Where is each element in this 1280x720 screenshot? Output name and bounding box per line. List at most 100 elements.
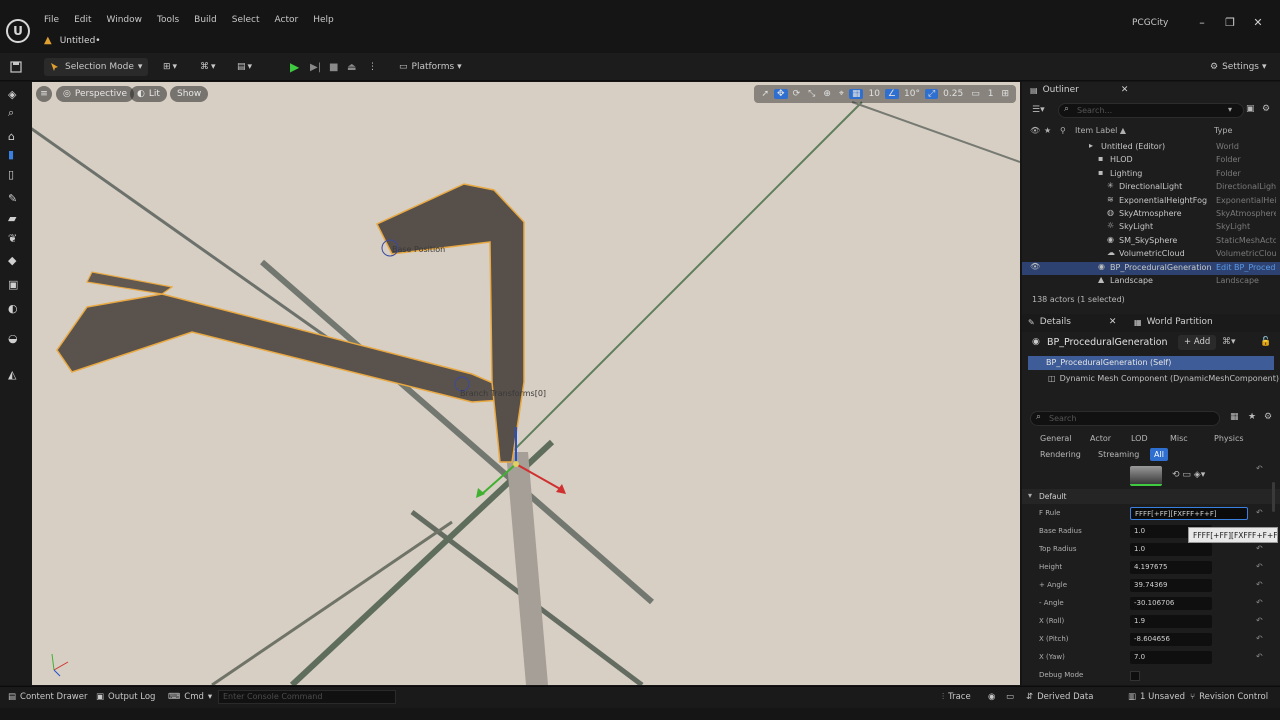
search-icon[interactable]: ⌕: [8, 106, 14, 120]
property-value-input[interactable]: 7.0: [1130, 651, 1212, 664]
view-mode-dropdown[interactable]: ◐ Lit: [130, 86, 167, 102]
filter-icon[interactable]: ☰▾: [1032, 105, 1045, 115]
menu-window[interactable]: Window: [107, 15, 151, 25]
property-value-input[interactable]: -8.604656: [1130, 633, 1212, 646]
menu-help[interactable]: Help: [313, 15, 342, 25]
selection-tool-icon[interactable]: ⌂: [8, 130, 15, 143]
property-value-input[interactable]: 4.197675: [1130, 561, 1212, 574]
property-value-input[interactable]: 1.0: [1130, 543, 1212, 556]
add-folder-icon[interactable]: ▣: [1246, 104, 1255, 114]
details-scrollbar[interactable]: [1272, 482, 1275, 512]
filter-all[interactable]: All: [1150, 448, 1168, 461]
grid-snap-icon[interactable]: ▦: [848, 89, 864, 99]
maximize-viewport-icon[interactable]: ⊞: [998, 89, 1012, 99]
component-mesh-row[interactable]: ◫ Dynamic Mesh Component (DynamicMeshComp…: [1048, 374, 1279, 383]
mesh-tool-icon[interactable]: ◆: [8, 254, 16, 267]
outliner-row[interactable]: ◍ SkyAtmosphere SkyAtmosphere: [1022, 208, 1280, 221]
property-value-input[interactable]: 39.74369: [1130, 579, 1212, 592]
menu-actor[interactable]: Actor: [275, 15, 307, 25]
add-content-icon[interactable]: ⊞ ▾: [163, 58, 177, 76]
reset-to-default-icon[interactable]: ↶: [1256, 652, 1263, 661]
reset-to-default-icon[interactable]: ↶: [1256, 598, 1263, 607]
rotate-icon[interactable]: ⟳: [790, 89, 804, 99]
filter-physics[interactable]: Physics: [1210, 432, 1248, 445]
material-thumbnail[interactable]: [1130, 466, 1162, 486]
details-search-input[interactable]: Search: [1030, 411, 1220, 426]
content-drawer-button[interactable]: ▤ Content Drawer: [8, 692, 87, 702]
filter-misc[interactable]: Misc: [1166, 432, 1192, 445]
select-mode-icon[interactable]: ➚: [758, 89, 772, 99]
outliner-row[interactable]: ▪ Lighting Folder: [1022, 168, 1280, 181]
console-command-input[interactable]: Enter Console Command: [218, 690, 396, 704]
type-header[interactable]: Type: [1214, 126, 1232, 135]
surface-snap-icon[interactable]: ⌖: [836, 89, 847, 99]
reset-to-default-icon[interactable]: ↶: [1256, 616, 1263, 625]
star-icon[interactable]: ★: [1248, 412, 1256, 422]
stop-icon[interactable]: ■: [329, 58, 338, 76]
filter-streaming[interactable]: Streaming: [1094, 448, 1143, 461]
cinematics-icon[interactable]: ▤ ▾: [237, 58, 252, 76]
lock-icon[interactable]: 🔓: [1260, 337, 1271, 347]
scale-snap-value[interactable]: 0.25: [940, 89, 966, 99]
screenshot-icon[interactable]: ▭: [1006, 692, 1014, 702]
menu-tools[interactable]: Tools: [157, 15, 187, 25]
maximize-button[interactable]: ❐: [1216, 16, 1244, 29]
record-icon[interactable]: ◉: [988, 692, 995, 702]
paint-tool-icon[interactable]: ✎: [8, 192, 17, 205]
property-value-input[interactable]: 1.9: [1130, 615, 1212, 628]
reset-icon[interactable]: ↶: [1256, 464, 1263, 473]
blueprint-options-icon[interactable]: ⌘▾: [1222, 337, 1236, 347]
reset-to-default-icon[interactable]: ↶: [1256, 544, 1263, 553]
filter-rendering[interactable]: Rendering: [1036, 448, 1085, 461]
trace-button[interactable]: ⫶ Trace: [942, 692, 971, 702]
perspective-dropdown[interactable]: ◎ Perspective: [56, 86, 134, 102]
reset-to-default-icon[interactable]: ↶: [1256, 580, 1263, 589]
pin-col-icon[interactable]: ⚲: [1060, 126, 1066, 135]
filter-general[interactable]: General: [1036, 432, 1076, 445]
property-value-input[interactable]: FFFF[+FF][FXFFF+F+F]: [1130, 507, 1248, 520]
item-label-header[interactable]: Item Label ▲: [1075, 126, 1126, 135]
eject-icon[interactable]: ⏏: [347, 58, 356, 76]
level-tab[interactable]: ▲ Untitled•: [44, 35, 101, 46]
close-icon[interactable]: ✕: [1109, 317, 1117, 327]
close-icon[interactable]: ✕: [1121, 85, 1129, 95]
reset-to-default-icon[interactable]: ↶: [1256, 634, 1263, 643]
scale-snap-icon[interactable]: ⤢: [924, 89, 939, 99]
tab-outliner[interactable]: ▤ Outliner ✕: [1030, 85, 1128, 95]
revision-control-button[interactable]: ⑂ Revision Control: [1190, 692, 1268, 702]
step-icon[interactable]: ▶|: [310, 58, 321, 76]
save-icon[interactable]: [10, 58, 22, 76]
star-col-icon[interactable]: ★: [1044, 126, 1051, 135]
reset-to-default-icon[interactable]: ↶: [1256, 562, 1263, 571]
property-matrix-icon[interactable]: ▦: [1230, 412, 1239, 422]
tab-world-partition[interactable]: ▦ World Partition: [1134, 317, 1213, 327]
scale-icon[interactable]: ⤡: [805, 89, 818, 99]
outliner-row[interactable]: ☼ SkyLight SkyLight: [1022, 221, 1280, 234]
modes-icon[interactable]: ◈: [8, 88, 16, 101]
derived-data-button[interactable]: ⇵ Derived Data: [1026, 692, 1093, 702]
brush-tool-icon[interactable]: ▯: [8, 168, 14, 181]
landscape-tool-icon[interactable]: ▰: [8, 212, 16, 225]
visibility-col-icon[interactable]: 👁: [1030, 126, 1040, 135]
property-value-input[interactable]: -30.106706: [1130, 597, 1212, 610]
show-dropdown[interactable]: Show: [170, 86, 209, 102]
component-self-row[interactable]: BP_ProceduralGeneration (Self): [1028, 356, 1274, 370]
outliner-row[interactable]: 👁 ◉ BP_ProceduralGeneration Edit BP_Procedu…: [1022, 261, 1280, 275]
outliner-row[interactable]: ▪ HLOD Folder: [1022, 154, 1280, 167]
model-tool-icon[interactable]: ◐: [8, 302, 18, 315]
filter-actor[interactable]: Actor: [1086, 432, 1115, 445]
menu-file[interactable]: File: [44, 15, 67, 25]
section-default-header[interactable]: ▾ Default: [1022, 489, 1280, 504]
select-tool-icon[interactable]: ▮: [8, 148, 14, 161]
outliner-row[interactable]: ◉ SM_SkySphere StaticMeshActor: [1022, 235, 1280, 248]
close-button[interactable]: ✕: [1244, 16, 1272, 29]
reset-to-default-icon[interactable]: ↶: [1256, 508, 1263, 517]
camera-speed-value[interactable]: 1: [985, 89, 997, 99]
output-log-button[interactable]: ▣ Output Log: [96, 692, 155, 702]
more-options-icon[interactable]: ⋮: [368, 58, 377, 76]
level-viewport[interactable]: ≡ ◎ Perspective ◐ Lit Show ➚ ✥ ⟳ ⤡ ⊕ ⌖ ▦…: [32, 82, 1020, 685]
blueprint-icon[interactable]: ⌘ ▾: [200, 58, 216, 76]
fracture-tool-icon[interactable]: ▣: [8, 278, 18, 291]
menu-select[interactable]: Select: [232, 15, 268, 25]
minimize-button[interactable]: –: [1188, 16, 1216, 29]
